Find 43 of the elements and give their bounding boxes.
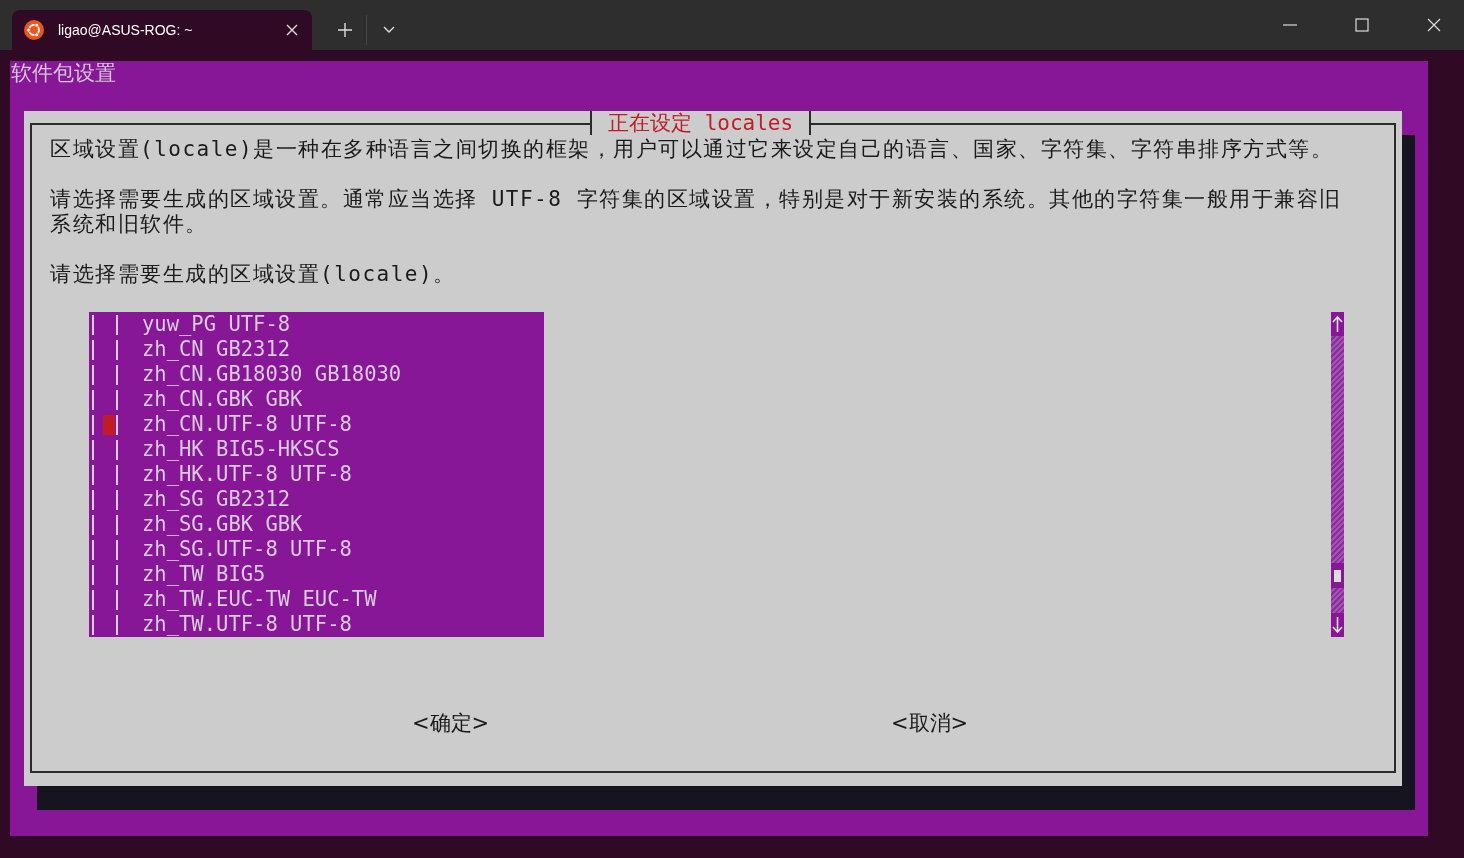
close-icon[interactable] [1427, 18, 1441, 32]
locale-option[interactable]: zh_SG.UTF-8 UTF-8 [142, 537, 352, 562]
locale-option[interactable]: zh_CN.GB18030 GB18030 [142, 362, 402, 387]
scroll-thumb[interactable] [1331, 563, 1344, 588]
maximize-icon[interactable] [1355, 18, 1369, 32]
locale-option[interactable]: zh_SG.GBK GBK [142, 512, 303, 537]
ok-button[interactable]: <确定> [412, 709, 512, 737]
description-text: 请选择需要生成的区域设置(locale)。 [50, 262, 457, 287]
checkbox[interactable] [92, 464, 118, 485]
checkbox[interactable] [92, 614, 118, 635]
dropdown-caret-icon[interactable] [383, 26, 395, 34]
locale-option[interactable]: zh_CN GB2312 [142, 337, 291, 362]
locale-option[interactable]: zh_TW.EUC-TW EUC-TW [142, 587, 377, 612]
checkbox[interactable] [92, 514, 118, 535]
terminal-tab[interactable]: ligao@ASUS-ROG: ~ [12, 10, 312, 50]
checkbox[interactable] [92, 489, 118, 510]
locale-option[interactable]: zh_HK.UTF-8 UTF-8 [142, 462, 352, 487]
locale-option[interactable]: zh_HK BIG5-HKSCS [142, 437, 340, 462]
new-tab-icon[interactable] [338, 23, 352, 37]
scrollbar[interactable] [1331, 312, 1344, 637]
checkbox[interactable] [92, 414, 118, 435]
locale-option[interactable]: zh_SG GB2312 [142, 487, 291, 512]
checkbox[interactable] [92, 539, 118, 560]
description-text: 请选择需要生成的区域设置。通常应当选择 UTF-8 字符集的区域设置，特别是对于新安装的系统。其他的字符集一般用于兼容旧系统和旧软件。 [50, 187, 1343, 237]
dialog-title: 正在设定 locales [590, 111, 812, 135]
description-text: 区域设置(locale)是一种在多种语言之间切换的框架，用户可以通过它来设定自己的语言、国家、字符集、字符串排序方式等。 [50, 137, 1335, 162]
checkbox[interactable] [92, 364, 118, 385]
backtitle: 软件包设置 [10, 61, 117, 86]
tab-title: ligao@ASUS-ROG: ~ [58, 22, 194, 38]
locale-option[interactable]: zh_CN.GBK GBK [142, 387, 303, 412]
checkbox[interactable] [92, 589, 118, 610]
checkbox[interactable] [92, 564, 118, 585]
ubuntu-logo-icon [24, 20, 44, 40]
locale-option[interactable]: zh_TW BIG5 [142, 562, 266, 587]
checkbox[interactable] [92, 439, 118, 460]
checkbox[interactable] [92, 314, 118, 335]
cancel-button[interactable]: <取消> [891, 709, 991, 737]
locale-option[interactable]: zh_CN.UTF-8 UTF-8 [142, 412, 352, 437]
checkbox[interactable] [92, 339, 118, 360]
close-tab-icon[interactable] [286, 24, 298, 36]
locale-option[interactable]: yuw_PG UTF-8 [142, 312, 291, 337]
checkbox[interactable] [92, 389, 118, 410]
locale-option[interactable]: zh_TW.UTF-8 UTF-8 [142, 612, 352, 637]
